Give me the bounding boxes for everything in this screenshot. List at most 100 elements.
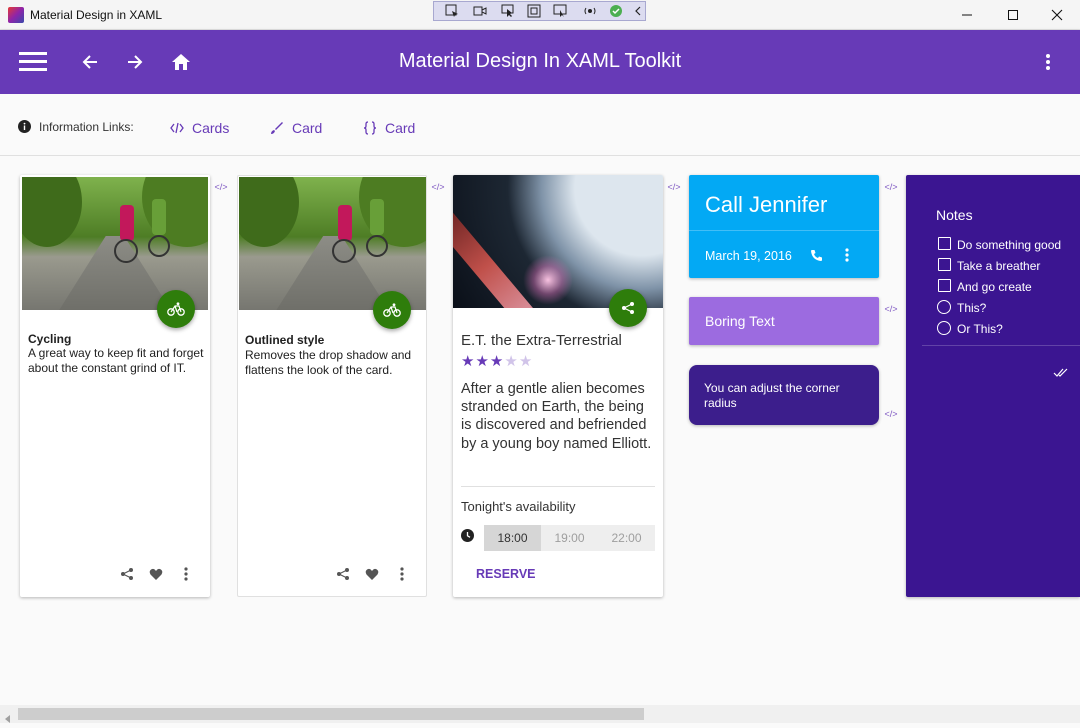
share-icon	[622, 302, 634, 314]
code-icon	[170, 122, 184, 134]
check-icon[interactable]	[608, 4, 624, 18]
checkbox[interactable]	[938, 258, 951, 271]
focus-icon[interactable]	[526, 4, 542, 18]
info-link-cards[interactable]: Cards	[170, 118, 229, 138]
info-links-label: Information Links:	[39, 120, 134, 134]
info-link-card-style[interactable]: Card	[270, 118, 322, 138]
more-vert-icon[interactable]	[1033, 48, 1063, 76]
reserve-button[interactable]: RESERVE	[476, 567, 536, 581]
boring-text: Boring Text	[705, 313, 775, 329]
more-vert-icon[interactable]	[176, 564, 196, 584]
horizontal-scrollbar[interactable]	[0, 705, 1080, 723]
outlined-card: Outlined style Removes the drop shadow a…	[237, 175, 427, 597]
divider	[689, 230, 879, 231]
movie-title: E.T. the Extra-Terrestrial	[461, 332, 622, 349]
bike-fab-button[interactable]	[157, 290, 195, 328]
brush-icon	[271, 122, 283, 134]
checkbox[interactable]	[938, 279, 951, 292]
window-title: Material Design in XAML	[30, 8, 163, 22]
availability-label: Tonight's availability	[461, 499, 576, 514]
star-empty-icon: ★	[504, 353, 519, 370]
view-source-icon[interactable]: </>	[883, 408, 899, 420]
cycling-card: Cycling A great way to keep fit and forg…	[20, 175, 210, 597]
radio-label: This?	[957, 301, 987, 315]
app-bar: Material Design In XAML Toolkit	[0, 30, 1080, 94]
star-empty-icon: ★	[518, 353, 534, 370]
card-text: A great way to keep fit and forget about…	[28, 346, 204, 375]
info-links-bar: Information Links: Cards Card Card	[0, 94, 1080, 156]
scrollbar-thumb[interactable]	[18, 708, 644, 720]
bike-fab-button[interactable]	[373, 291, 411, 329]
radio-button[interactable]	[937, 300, 951, 314]
view-source-icon[interactable]: </>	[883, 303, 899, 315]
bike-icon	[167, 302, 185, 316]
view-source-icon[interactable]: </>	[666, 181, 682, 193]
notes-card: Notes Do something good Take a breather …	[906, 175, 1080, 597]
info-link-label: Card	[292, 120, 323, 136]
card-text: Removes the drop shadow and flattens the…	[245, 348, 412, 377]
time-slot[interactable]: 18:00	[484, 525, 541, 551]
share-icon[interactable]	[333, 564, 353, 584]
layout-icon[interactable]	[552, 4, 568, 18]
movie-poster	[453, 175, 663, 308]
divider	[922, 345, 1080, 346]
pointer-icon[interactable]	[500, 4, 516, 18]
clock-icon	[461, 529, 474, 547]
radio-label: Or This?	[957, 322, 1003, 336]
share-icon[interactable]	[117, 564, 137, 584]
time-slot[interactable]: 19:00	[541, 525, 598, 551]
app-icon	[8, 7, 24, 23]
scroll-left-icon[interactable]	[4, 710, 12, 728]
corner-radius-text: You can adjust the corner radius	[704, 381, 840, 410]
cycling-photo	[239, 177, 426, 310]
share-fab-button[interactable]	[609, 289, 647, 327]
maximize-button[interactable]	[990, 0, 1036, 30]
braces-icon	[363, 121, 377, 135]
more-vert-icon[interactable]	[845, 248, 849, 267]
star-rating[interactable]: ★★★★★	[461, 352, 533, 370]
boring-text-card: Boring Text	[689, 297, 879, 345]
call-card: Call Jennifer March 19, 2016	[689, 175, 879, 278]
corner-radius-card: You can adjust the corner radius	[689, 365, 879, 425]
card-title: Cycling	[28, 332, 72, 346]
view-source-icon[interactable]: </>	[430, 181, 446, 193]
checkbox[interactable]	[938, 237, 951, 250]
time-slot-group: 18:00 19:00 22:00	[484, 525, 655, 551]
movie-description: After a gentle alien becomes stranded on…	[461, 381, 652, 452]
more-vert-icon[interactable]	[392, 564, 412, 584]
checkbox-label: Do something good	[957, 238, 1062, 252]
card-title: Outlined style	[245, 333, 325, 347]
view-source-icon[interactable]: </>	[213, 181, 229, 193]
minimize-button[interactable]	[944, 0, 990, 30]
hot-reload-icon[interactable]	[582, 4, 598, 18]
heart-icon[interactable]	[146, 564, 166, 584]
heart-icon[interactable]	[362, 564, 382, 584]
select-element-icon[interactable]	[444, 4, 460, 18]
movie-card: E.T. the Extra-Terrestrial ★★★★★ After a…	[453, 175, 663, 597]
star-filled-icon: ★	[489, 353, 505, 370]
time-slot[interactable]: 22:00	[598, 525, 655, 551]
divider	[461, 486, 655, 487]
close-button[interactable]	[1034, 0, 1080, 30]
info-icon	[18, 120, 31, 138]
done-all-icon[interactable]	[1053, 365, 1069, 383]
call-title: Call Jennifer	[705, 192, 828, 217]
notes-title: Notes	[936, 207, 973, 223]
bike-icon	[383, 303, 401, 317]
checkbox-label: And go create	[957, 280, 1032, 294]
info-link-label: Cards	[192, 120, 230, 136]
record-icon[interactable]	[472, 4, 488, 18]
checkbox-label: Take a breather	[957, 259, 1041, 273]
phone-icon[interactable]	[810, 249, 823, 267]
call-date: March 19, 2016	[705, 249, 792, 263]
window-titlebar: Material Design in XAML	[0, 0, 1080, 30]
info-link-label: Card	[385, 120, 416, 136]
app-title: Material Design In XAML Toolkit	[398, 50, 682, 72]
star-filled-icon: ★	[461, 353, 476, 370]
collapse-icon[interactable]	[630, 4, 646, 18]
star-filled-icon: ★	[475, 353, 490, 370]
info-link-card-source[interactable]: Card	[363, 118, 415, 138]
debug-toolbar	[433, 1, 646, 21]
radio-button[interactable]	[937, 321, 951, 335]
view-source-icon[interactable]: </>	[883, 181, 899, 193]
